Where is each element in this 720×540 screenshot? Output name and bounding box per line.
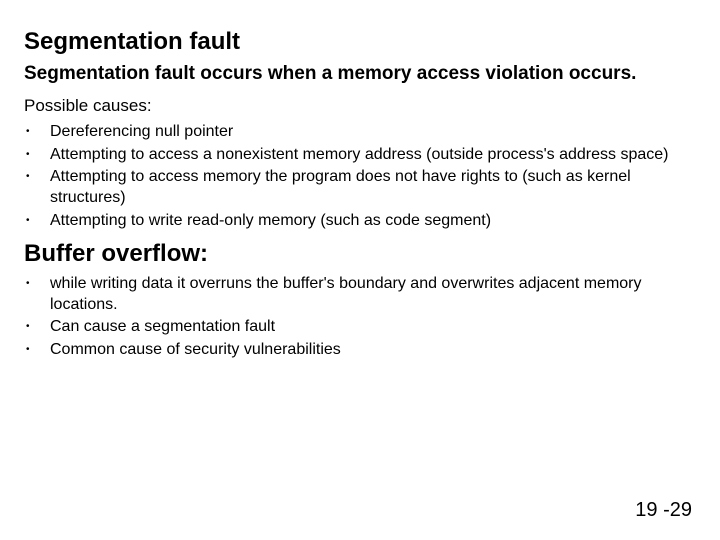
list-item: Dereferencing null pointer (24, 122, 696, 143)
causes-list: Dereferencing null pointer Attempting to… (24, 122, 696, 232)
list-item: Common cause of security vulnerabilities (24, 340, 696, 361)
list-item: Attempting to access a nonexistent memor… (24, 145, 696, 166)
slide-subtitle: Segmentation fault occurs when a memory … (24, 62, 696, 86)
list-item: while writing data it overruns the buffe… (24, 274, 696, 316)
slide-title: Segmentation fault (24, 28, 696, 56)
list-item: Can cause a segmentation fault (24, 317, 696, 338)
page-number: 19 -29 (635, 499, 692, 522)
section2-title: Buffer overflow: (24, 240, 696, 268)
section2-list: while writing data it overruns the buffe… (24, 274, 696, 361)
list-item: Attempting to access memory the program … (24, 167, 696, 209)
causes-label: Possible causes: (24, 96, 696, 116)
list-item: Attempting to write read-only memory (su… (24, 211, 696, 232)
